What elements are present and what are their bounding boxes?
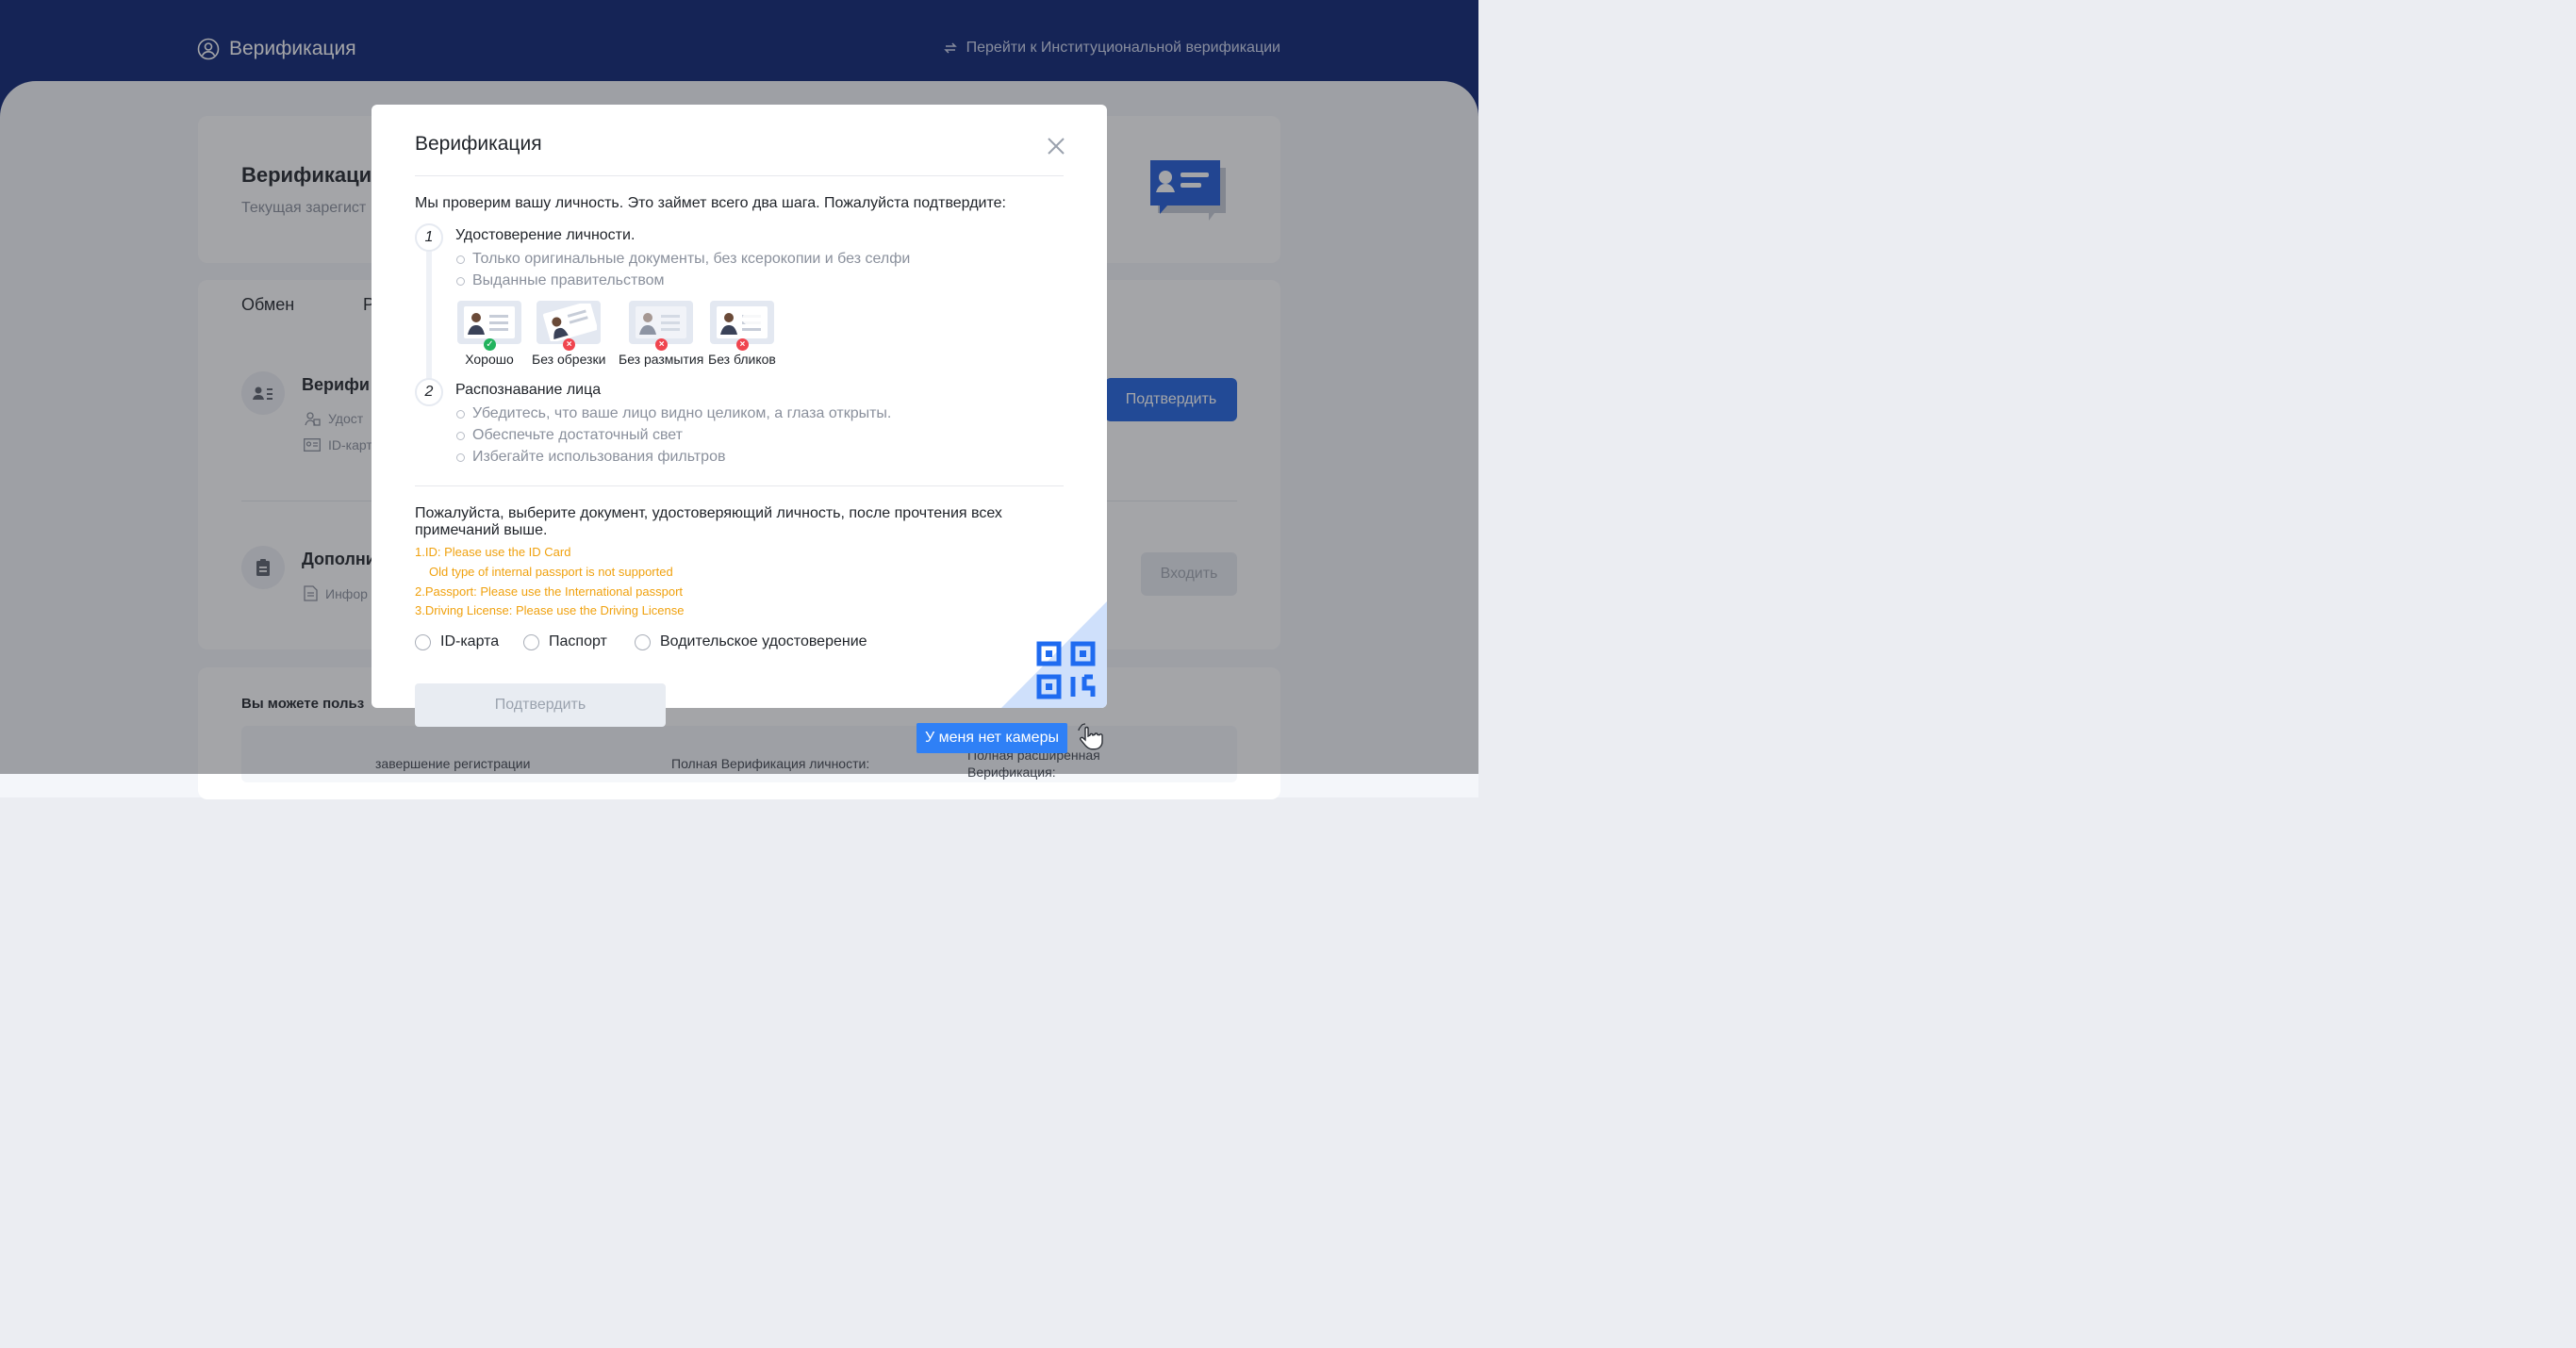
modal-header-divider	[415, 175, 1064, 176]
step-2-bullet-3-label: Избегайте использования фильтров	[472, 449, 726, 465]
close-icon[interactable]	[1045, 135, 1067, 157]
verification-modal: Верификация Мы проверим вашу личность. Э…	[372, 105, 1107, 708]
note-driving-license: 3.Driving License: Please use the Drivin…	[415, 603, 685, 617]
pointer-hand-icon	[1078, 723, 1103, 750]
step-2-title: Распознавание лица	[455, 382, 602, 398]
radio-circle[interactable]	[523, 633, 539, 650]
sample-no-blur: × Без размытия	[619, 301, 703, 367]
note-id: 1.ID: Please use the ID Card	[415, 545, 571, 559]
radio-passport-label: Паспорт	[549, 633, 607, 649]
sample-no-crop-label: Без обрезки	[532, 352, 606, 367]
sample-no-glare: × Без бликов	[708, 301, 776, 367]
radio-passport[interactable]: Паспорт	[523, 633, 607, 650]
radio-circle[interactable]	[415, 633, 431, 650]
qr-code-icon[interactable]	[1001, 601, 1107, 708]
step-1-title: Удостоверение личности.	[455, 227, 636, 243]
error-icon: ×	[655, 338, 669, 351]
id-card-sample-image: ✓	[457, 301, 521, 351]
radio-id-card[interactable]: ID-карта	[415, 633, 499, 650]
note-passport: 2.Passport: Please use the International…	[415, 584, 684, 599]
bullet-circle-icon	[456, 452, 465, 462]
modal-title: Верификация	[415, 133, 542, 155]
cropped-card-sample-image: ×	[537, 301, 602, 351]
sample-no-blur-label: Без размытия	[619, 352, 704, 367]
radio-driving-license-label: Водительское удостоверение	[660, 633, 867, 649]
step-1-number: 1	[415, 223, 443, 252]
sample-good-label: Хорошо	[465, 352, 514, 367]
modal-section-divider	[415, 485, 1064, 486]
step-2-number: 2	[415, 378, 443, 406]
error-icon: ×	[563, 338, 576, 351]
bullet-circle-icon	[456, 276, 465, 286]
step-1-bullet-1: Только оригинальные документы, без ксеро…	[456, 251, 910, 268]
modal-intro: Мы проверим вашу личность. Это займет вс…	[415, 195, 1006, 211]
sample-no-glare-label: Без бликов	[708, 352, 776, 367]
step-1-bullet-2: Выданные правительством	[456, 272, 665, 289]
sample-good: ✓ Хорошо	[457, 301, 521, 367]
step-2-bullet-1-label: Убедитесь, что ваше лицо видно целиком, …	[472, 405, 892, 421]
bullet-circle-icon	[456, 431, 465, 440]
step-2-bullet-2-label: Обеспечьте достаточный свет	[472, 427, 683, 443]
choose-document-text: Пожалуйста, выберите документ, удостовер…	[415, 505, 1002, 538]
step-2-bullet-1: Убедитесь, что ваше лицо видно целиком, …	[456, 405, 891, 422]
no-camera-button[interactable]: У меня нет камеры	[916, 723, 1067, 753]
confirm-button[interactable]: Подтвердить	[415, 683, 666, 727]
step-1-bullet-1-label: Только оригинальные документы, без ксеро…	[472, 251, 911, 267]
check-icon: ✓	[484, 338, 496, 351]
step-2-bullet-2: Обеспечьте достаточный свет	[456, 427, 683, 444]
error-icon: ×	[735, 338, 749, 351]
blurred-card-sample-image: ×	[629, 301, 694, 351]
step-1-bullet-2-label: Выданные правительством	[472, 272, 665, 288]
bullet-circle-icon	[456, 255, 465, 264]
steps-connector	[426, 246, 432, 392]
radio-driving-license[interactable]: Водительское удостоверение	[635, 633, 867, 650]
radio-circle[interactable]	[635, 633, 651, 650]
note-id-passport-warning: Old type of internal passport is not sup…	[429, 565, 673, 579]
sample-no-crop: × Без обрезки	[532, 301, 605, 367]
radio-id-card-label: ID-карта	[440, 633, 500, 649]
bullet-circle-icon	[456, 409, 465, 419]
glare-card-sample-image: ×	[709, 301, 774, 351]
step-2-bullet-3: Избегайте использования фильтров	[456, 449, 725, 466]
